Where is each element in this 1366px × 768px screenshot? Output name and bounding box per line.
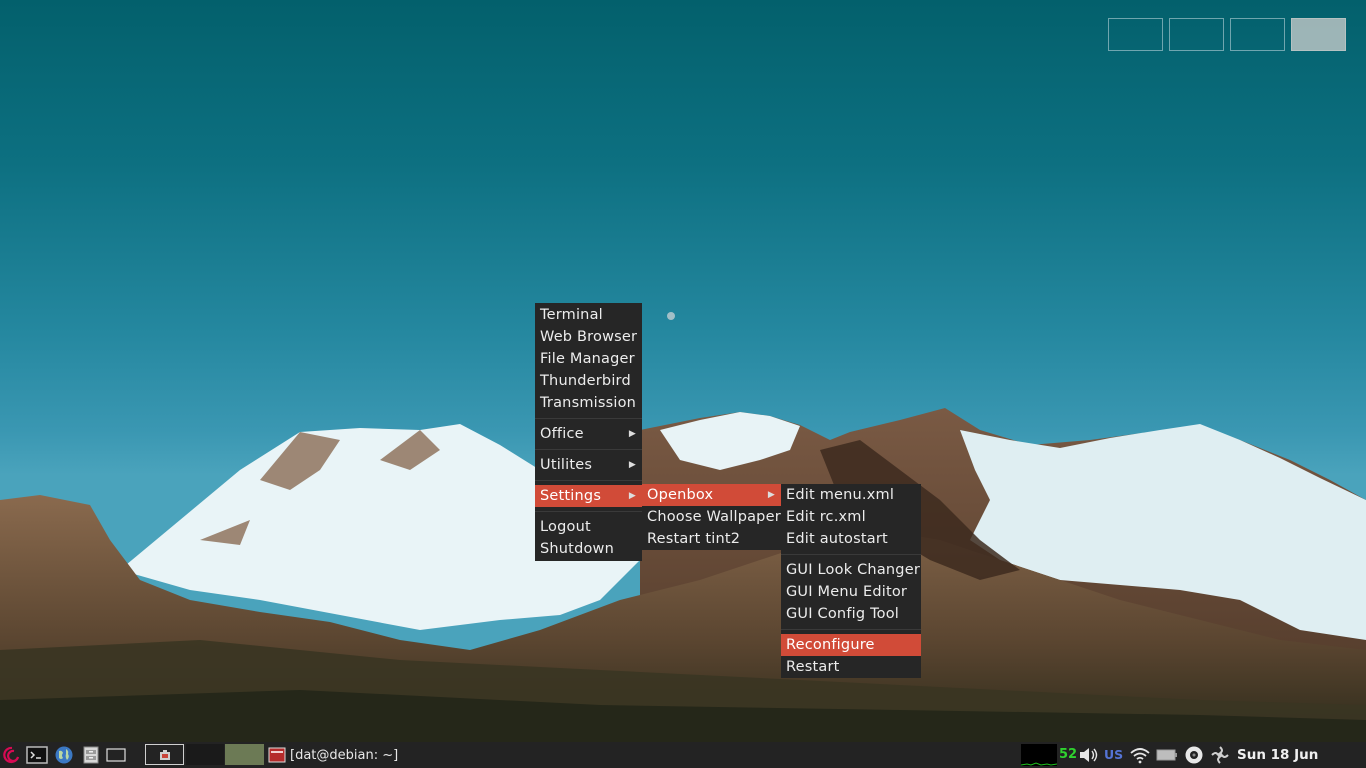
menu-item-file-manager[interactable]: File Manager (535, 348, 642, 370)
menu-item-label: Edit menu.xml (786, 487, 895, 503)
menu-separator (535, 507, 642, 516)
menu-item-edit-menu-xml[interactable]: Edit menu.xml (781, 484, 921, 506)
submenu-arrow-icon: ▶ (767, 490, 775, 500)
battery-icon[interactable] (1155, 742, 1179, 768)
menu-item-label: GUI Config Tool (786, 606, 900, 622)
menu-separator (781, 625, 921, 634)
show-desktop-icon[interactable] (104, 742, 128, 768)
submenu-arrow-icon: ▶ (628, 460, 636, 470)
cpu-temperature: 52 (1059, 747, 1078, 762)
menu-item-logout[interactable]: Logout (535, 516, 642, 538)
terminal-window-icon (268, 747, 286, 763)
menu-item-label: Edit autostart (786, 531, 888, 547)
submenu-arrow-icon: ▶ (628, 491, 636, 501)
menu-item-edit-rc-xml[interactable]: Edit rc.xml (781, 506, 921, 528)
web-browser-launcher-icon[interactable] (52, 742, 76, 768)
submenu-arrow-icon: ▶ (628, 429, 636, 439)
root-menu: Terminal Web Browser File Manager Thunde… (535, 303, 642, 561)
desktop-wallpaper[interactable] (0, 0, 1366, 742)
openbox-submenu: Edit menu.xml Edit rc.xml Edit autostart… (781, 484, 921, 678)
system-update-icon[interactable] (1208, 742, 1232, 768)
menu-item-thunderbird[interactable]: Thunderbird (535, 370, 642, 392)
cpu-graph (1020, 744, 1058, 766)
menu-item-openbox[interactable]: Openbox ▶ (642, 484, 781, 506)
menu-item-label: File Manager (540, 351, 635, 367)
menu-item-gui-config-tool[interactable]: GUI Config Tool (781, 603, 921, 625)
menu-item-label: Shutdown (540, 541, 614, 557)
menu-item-restart-tint2[interactable]: Restart tint2 (642, 528, 781, 550)
menu-item-label: Restart tint2 (647, 531, 741, 547)
menu-separator (781, 550, 921, 559)
menu-item-edit-autostart[interactable]: Edit autostart (781, 528, 921, 550)
menu-item-label: Thunderbird (540, 373, 631, 389)
desktop-1[interactable] (1108, 18, 1163, 51)
menu-item-label: Edit rc.xml (786, 509, 866, 525)
volume-icon[interactable] (1077, 742, 1101, 768)
terminal-launcher-icon[interactable] (25, 742, 49, 768)
menu-item-utilities[interactable]: Utilites ▶ (535, 454, 642, 476)
menu-item-office[interactable]: Office ▶ (535, 423, 642, 445)
taskbar-desktop-3-active[interactable] (225, 744, 264, 765)
wifi-icon[interactable] (1128, 742, 1152, 768)
menu-separator (535, 445, 642, 454)
menu-item-terminal[interactable]: Terminal (535, 304, 642, 326)
keyboard-layout[interactable]: US (1104, 742, 1123, 768)
menu-item-label: Transmission (540, 395, 637, 411)
menu-item-label: GUI Look Changer (786, 562, 920, 578)
desktop-2[interactable] (1169, 18, 1224, 51)
menu-item-reconfigure[interactable]: Reconfigure (781, 634, 921, 656)
menu-separator (535, 414, 642, 423)
menu-item-label: Logout (540, 519, 591, 535)
menu-item-label: Utilites (540, 457, 593, 473)
desktop-pager (1108, 18, 1346, 51)
taskbar: [dat@debian: ~] 52 US Sun 18 Jun 15:26 (0, 742, 1366, 768)
menu-item-label: Choose Wallpaper (647, 509, 781, 525)
menu-item-choose-wallpaper[interactable]: Choose Wallpaper (642, 506, 781, 528)
disk-mount-icon[interactable] (1182, 742, 1206, 768)
menu-item-settings[interactable]: Settings ▶ (535, 485, 642, 507)
desktop-4-active[interactable] (1291, 18, 1346, 51)
menu-item-transmission[interactable]: Transmission (535, 392, 642, 414)
task-title: [dat@debian: ~] (290, 747, 399, 763)
taskbar-task-terminal[interactable]: [dat@debian: ~] (268, 742, 398, 768)
menu-item-label: Terminal (540, 307, 603, 323)
menu-item-label: Openbox (647, 487, 714, 503)
menu-item-label: Web Browser (540, 329, 638, 345)
file-manager-launcher-icon[interactable] (79, 742, 103, 768)
menu-item-web-browser[interactable]: Web Browser (535, 326, 642, 348)
desktop-3[interactable] (1230, 18, 1285, 51)
clock[interactable]: Sun 18 Jun 15:26 (1237, 742, 1366, 768)
menu-item-label: GUI Menu Editor (786, 584, 908, 600)
menu-item-label: Reconfigure (786, 637, 875, 653)
settings-submenu: Openbox ▶ Choose Wallpaper Restart tint2 (642, 484, 781, 550)
debian-menu-icon[interactable] (0, 742, 24, 768)
menu-item-gui-menu-editor[interactable]: GUI Menu Editor (781, 581, 921, 603)
taskbar-desktop-1[interactable] (145, 744, 184, 765)
menu-item-restart[interactable]: Restart (781, 656, 921, 678)
menu-item-shutdown[interactable]: Shutdown (535, 538, 642, 560)
menu-item-label: Restart (786, 659, 840, 675)
menu-item-gui-look-changer[interactable]: GUI Look Changer (781, 559, 921, 581)
menu-item-label: Settings (540, 488, 602, 504)
taskbar-desktop-2[interactable] (186, 744, 224, 765)
menu-separator (535, 476, 642, 485)
menu-item-label: Office (540, 426, 584, 442)
